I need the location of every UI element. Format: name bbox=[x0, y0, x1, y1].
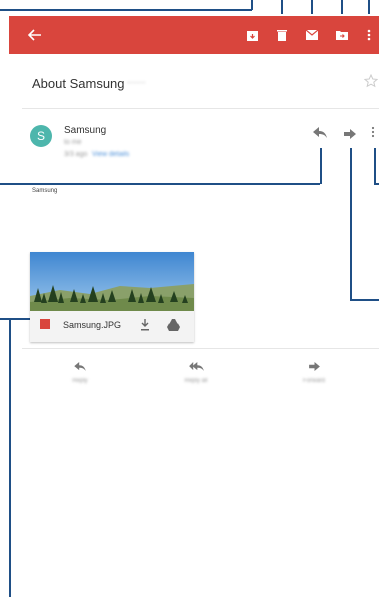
divider bbox=[22, 108, 379, 109]
divider bbox=[22, 348, 379, 349]
sender-name: Samsung bbox=[64, 125, 107, 136]
forward-button[interactable]: Forward bbox=[292, 358, 336, 384]
label-chip: ······· bbox=[127, 78, 146, 87]
recipient-line: to me bbox=[64, 139, 82, 146]
more-options-icon[interactable] bbox=[362, 16, 376, 54]
reply-button[interactable]: Reply bbox=[60, 358, 100, 384]
star-icon[interactable] bbox=[363, 73, 379, 93]
mark-unread-icon[interactable] bbox=[303, 16, 321, 54]
callout-line bbox=[0, 318, 30, 320]
reply-icon bbox=[74, 362, 86, 371]
callout-line bbox=[311, 0, 313, 14]
message-more-icon[interactable] bbox=[371, 125, 375, 143]
callout-line bbox=[341, 0, 343, 14]
message-body: Samsung bbox=[32, 188, 58, 194]
attachment-card[interactable]: Samsung.JPG bbox=[30, 252, 194, 342]
callout-line bbox=[0, 183, 320, 185]
move-to-folder-icon[interactable] bbox=[333, 16, 351, 54]
callout-line bbox=[374, 183, 379, 185]
app-bar bbox=[9, 16, 379, 54]
callout-line bbox=[350, 299, 379, 301]
subject-title: About Samsung bbox=[32, 76, 125, 91]
callout-line bbox=[374, 148, 376, 184]
reply-all-label: Reply all bbox=[184, 378, 208, 384]
forward-icon[interactable] bbox=[344, 126, 356, 144]
avatar-letter: S bbox=[36, 129, 45, 143]
delete-icon[interactable] bbox=[273, 16, 291, 54]
reply-all-button[interactable]: Reply all bbox=[174, 358, 218, 384]
callout-line bbox=[368, 0, 370, 14]
callout-line bbox=[281, 0, 283, 14]
forward-label: Forward bbox=[302, 378, 325, 384]
reply-icon[interactable] bbox=[313, 125, 327, 143]
back-arrow-icon[interactable] bbox=[23, 16, 47, 54]
image-file-icon bbox=[40, 319, 50, 329]
avatar: S bbox=[30, 125, 52, 147]
callout-line bbox=[320, 148, 322, 184]
forward-icon bbox=[308, 362, 320, 371]
reply-label: Reply bbox=[72, 378, 88, 384]
attachment-thumbnail[interactable] bbox=[30, 252, 194, 311]
download-icon[interactable] bbox=[140, 318, 150, 336]
callout-line bbox=[251, 0, 253, 10]
attachment-filename: Samsung.JPG bbox=[63, 320, 122, 330]
callout-line bbox=[9, 318, 11, 597]
reply-all-icon bbox=[188, 362, 204, 371]
callout-line bbox=[0, 9, 252, 11]
save-to-drive-icon[interactable] bbox=[167, 318, 180, 336]
archive-icon[interactable] bbox=[243, 16, 261, 54]
callout-line bbox=[350, 148, 352, 300]
date-line: 3/3 ago bbox=[64, 151, 88, 158]
view-details-link[interactable]: View details bbox=[92, 151, 129, 158]
